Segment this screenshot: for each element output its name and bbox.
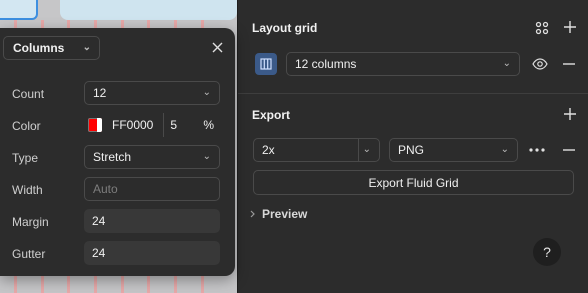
export-format-value: PNG bbox=[398, 143, 425, 157]
remove-grid-icon[interactable] bbox=[559, 54, 579, 74]
export-button[interactable]: Export Fluid Grid bbox=[253, 170, 574, 195]
color-swatch[interactable] bbox=[88, 118, 102, 132]
margin-value: 24 bbox=[92, 214, 106, 228]
export-scale-value: 2x bbox=[262, 143, 275, 157]
width-placeholder: Auto bbox=[93, 182, 118, 196]
type-value: Stretch bbox=[93, 150, 132, 164]
count-label: Count bbox=[12, 87, 45, 101]
export-scale-select[interactable]: 2x ⌄ bbox=[253, 138, 380, 162]
remove-export-icon[interactable] bbox=[559, 140, 579, 160]
properties-panel: Layout grid 12 columns ⌄ Export 2x ⌄ PNG… bbox=[237, 0, 588, 293]
count-select[interactable]: 12 ⌄ bbox=[84, 81, 220, 105]
layout-grid-title: Layout grid bbox=[252, 21, 318, 35]
grid-type-value: Columns bbox=[13, 41, 65, 55]
grid-type-dropdown[interactable]: Columns ⌄ bbox=[3, 36, 100, 60]
export-format-select[interactable]: PNG ⌄ bbox=[389, 138, 518, 162]
margin-field[interactable]: 24 bbox=[84, 209, 220, 233]
layout-grid-select[interactable]: 12 columns ⌄ bbox=[286, 52, 520, 76]
gutter-field[interactable]: 24 bbox=[84, 241, 220, 265]
count-value: 12 bbox=[93, 86, 107, 100]
grid-styles-icon[interactable] bbox=[532, 18, 552, 38]
chevron-down-icon: ⌄ bbox=[82, 42, 91, 53]
close-icon[interactable] bbox=[207, 37, 227, 57]
preview-label: Preview bbox=[262, 207, 308, 221]
type-select[interactable]: Stretch ⌄ bbox=[84, 145, 220, 169]
margin-label: Margin bbox=[12, 215, 49, 229]
chevron-down-icon: ⌄ bbox=[362, 144, 371, 155]
export-title: Export bbox=[252, 108, 291, 122]
canvas-frame-selected[interactable] bbox=[0, 0, 38, 20]
opacity-unit: % bbox=[203, 118, 214, 132]
section-divider bbox=[238, 93, 588, 94]
help-button[interactable]: ? bbox=[533, 238, 561, 266]
canvas-frame[interactable] bbox=[60, 0, 237, 20]
help-label: ? bbox=[543, 244, 551, 260]
chevron-down-icon: ⌄ bbox=[202, 151, 211, 162]
color-field: FF0000 5 % bbox=[84, 113, 220, 137]
width-label: Width bbox=[12, 183, 43, 197]
color-label: Color bbox=[12, 119, 41, 133]
width-field[interactable]: Auto bbox=[84, 177, 220, 201]
add-layout-grid-icon[interactable] bbox=[560, 17, 580, 37]
chevron-down-icon: ⌄ bbox=[202, 87, 211, 98]
preview-toggle[interactable]: Preview bbox=[250, 207, 307, 221]
more-options-icon[interactable] bbox=[527, 140, 547, 160]
field-separator bbox=[163, 113, 165, 137]
color-hex-input[interactable]: FF0000 bbox=[112, 118, 153, 132]
opacity-input[interactable]: 5 bbox=[170, 118, 177, 132]
type-label: Type bbox=[12, 151, 39, 165]
gutter-value: 24 bbox=[92, 246, 106, 260]
grid-settings-popover: Columns ⌄ Count 12 ⌄ Color FF0000 5 % Ty… bbox=[0, 28, 235, 276]
export-button-label: Export Fluid Grid bbox=[368, 175, 459, 190]
chevron-right-icon bbox=[250, 210, 255, 218]
grid-settings-icon[interactable] bbox=[255, 53, 277, 75]
chevron-down-icon: ⌄ bbox=[500, 144, 509, 155]
eye-icon[interactable] bbox=[530, 54, 550, 74]
add-export-icon[interactable] bbox=[560, 104, 580, 124]
layout-grid-select-value: 12 columns bbox=[295, 57, 357, 71]
gutter-label: Gutter bbox=[12, 247, 46, 261]
chevron-down-icon: ⌄ bbox=[502, 58, 511, 69]
field-separator bbox=[358, 138, 359, 162]
